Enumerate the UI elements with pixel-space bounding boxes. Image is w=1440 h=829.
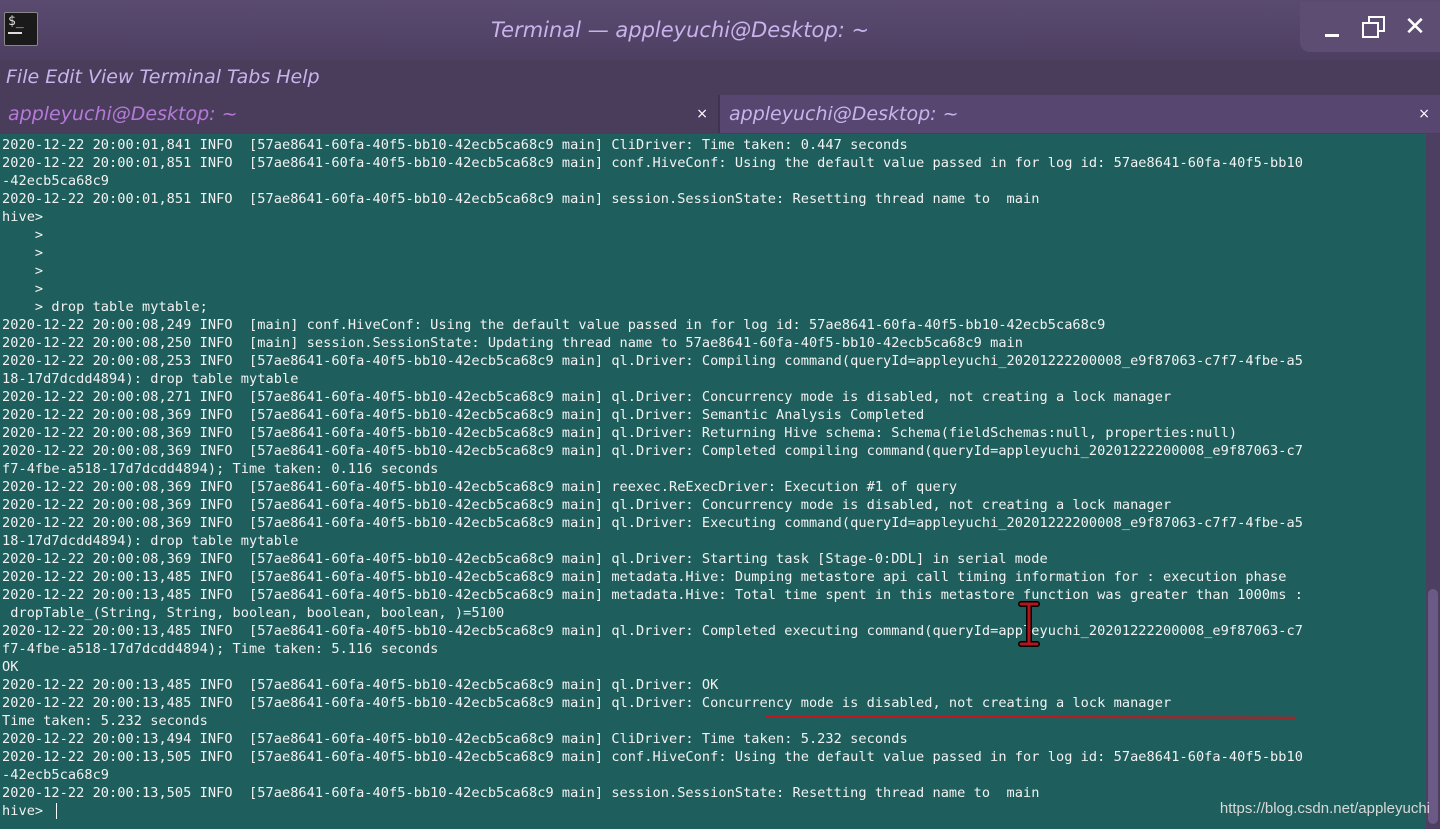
terminal-line: 2020-12-22 20:00:08,250 INFO [main] sess… <box>2 335 1024 351</box>
terminal-line: > <box>2 227 44 243</box>
window-title: Terminal — appleyuchi@Desktop: ~ <box>490 18 870 42</box>
title-bar[interactable]: $_ Terminal — appleyuchi@Desktop: ~ ✕ <box>0 0 1440 60</box>
terminal-line: 2020-12-22 20:00:01,851 INFO [57ae8641-6… <box>2 155 1303 171</box>
terminal-line: 2020-12-22 20:00:01,841 INFO [57ae8641-6… <box>2 137 908 153</box>
terminal-line: > <box>2 245 44 261</box>
terminal-line: 2020-12-22 20:00:13,505 INFO [57ae8641-6… <box>2 785 1040 801</box>
terminal-line: 2020-12-22 20:00:08,369 INFO [57ae8641-6… <box>2 425 1238 441</box>
menu-bar: File Edit View Terminal Tabs Help <box>0 60 1440 94</box>
terminal-line: 2020-12-22 20:00:01,851 INFO [57ae8641-6… <box>2 191 1040 207</box>
terminal-window: $_ Terminal — appleyuchi@Desktop: ~ ✕ Fi… <box>0 0 1440 829</box>
tab-1[interactable]: appleyuchi@Desktop: ~ × <box>0 95 718 133</box>
tab-1-close-icon[interactable]: × <box>696 95 708 133</box>
menu-file[interactable]: File <box>6 60 39 94</box>
tab-1-label: appleyuchi@Desktop: ~ <box>8 103 238 125</box>
terminal-line: 2020-12-22 20:00:08,369 INFO [57ae8641-6… <box>2 479 958 495</box>
terminal-line: 2020-12-22 20:00:08,271 INFO [57ae8641-6… <box>2 389 1172 405</box>
terminal-line: > <box>2 263 44 279</box>
terminal-line: 2020-12-22 20:00:13,485 INFO [57ae8641-6… <box>2 695 1172 711</box>
terminal-line: hive> <box>2 209 44 225</box>
scrollbar-thumb[interactable] <box>1428 589 1438 824</box>
window-controls: ✕ <box>1300 2 1440 52</box>
menu-edit[interactable]: Edit <box>45 60 82 94</box>
terminal-line: 2020-12-22 20:00:08,369 INFO [57ae8641-6… <box>2 443 1303 459</box>
menu-view[interactable]: View <box>88 60 134 94</box>
maximize-icon-front <box>1362 22 1379 38</box>
maximize-button[interactable] <box>1358 12 1388 42</box>
menu-tabs[interactable]: Tabs <box>227 60 270 94</box>
text-cursor <box>56 803 57 819</box>
terminal-line: hive> <box>2 803 52 819</box>
close-button[interactable]: ✕ <box>1400 12 1430 42</box>
terminal-line: 18-17d7dcdd4894): drop table mytable <box>2 533 299 549</box>
terminal-line: 2020-12-22 20:00:13,494 INFO [57ae8641-6… <box>2 731 908 747</box>
terminal-line: 2020-12-22 20:00:08,253 INFO [57ae8641-6… <box>2 353 1303 369</box>
tab-2-close-icon[interactable]: × <box>1418 95 1430 133</box>
terminal-line: 2020-12-22 20:00:08,369 INFO [57ae8641-6… <box>2 497 1172 513</box>
terminal-line: -42ecb5ca68c9 <box>2 173 110 189</box>
ibeam-cursor-icon <box>1018 601 1040 647</box>
terminal-line: > drop table mytable; <box>2 299 208 315</box>
terminal-line: 2020-12-22 20:00:13,485 INFO [57ae8641-6… <box>2 623 1303 639</box>
tab-2-label: appleyuchi@Desktop: ~ <box>729 103 959 125</box>
terminal-line: OK <box>2 659 19 675</box>
menu-terminal[interactable]: Terminal <box>140 60 222 94</box>
terminal-line: 2020-12-22 20:00:08,369 INFO [57ae8641-6… <box>2 551 1048 567</box>
terminal-line: -42ecb5ca68c9 <box>2 767 110 783</box>
terminal-line: 2020-12-22 20:00:13,505 INFO [57ae8641-6… <box>2 749 1303 765</box>
terminal-line: 2020-12-22 20:00:08,369 INFO [57ae8641-6… <box>2 515 1303 531</box>
terminal-line: 2020-12-22 20:00:08,249 INFO [main] conf… <box>2 317 1106 333</box>
watermark: https://blog.csdn.net/appleyuchi <box>1219 800 1430 817</box>
terminal-line: dropTable_(String, String, boolean, bool… <box>2 605 505 621</box>
terminal-line: > <box>2 281 44 297</box>
tab-bar: appleyuchi@Desktop: ~ × appleyuchi@Deskt… <box>0 95 1440 133</box>
terminal-line: 18-17d7dcdd4894): drop table mytable <box>2 371 299 387</box>
terminal-line: 2020-12-22 20:00:13,485 INFO [57ae8641-6… <box>2 677 719 693</box>
terminal-line: Time taken: 5.232 seconds <box>2 713 208 729</box>
terminal-line: 2020-12-22 20:00:13,485 INFO [57ae8641-6… <box>2 587 1303 603</box>
terminal-line: f7-4fbe-a518-17d7dcdd4894); Time taken: … <box>2 641 439 657</box>
minimize-button[interactable] <box>1316 12 1346 42</box>
terminal-line: 2020-12-22 20:00:13,485 INFO [57ae8641-6… <box>2 569 1287 585</box>
menu-help[interactable]: Help <box>276 60 319 94</box>
tab-2[interactable]: appleyuchi@Desktop: ~ × <box>720 95 1440 133</box>
terminal-output[interactable]: 2020-12-22 20:00:01,841 INFO [57ae8641-6… <box>0 134 1426 829</box>
terminal-line: f7-4fbe-a518-17d7dcdd4894); Time taken: … <box>2 461 439 477</box>
terminal-line: 2020-12-22 20:00:08,369 INFO [57ae8641-6… <box>2 407 925 423</box>
scrollbar[interactable] <box>1426 134 1440 829</box>
